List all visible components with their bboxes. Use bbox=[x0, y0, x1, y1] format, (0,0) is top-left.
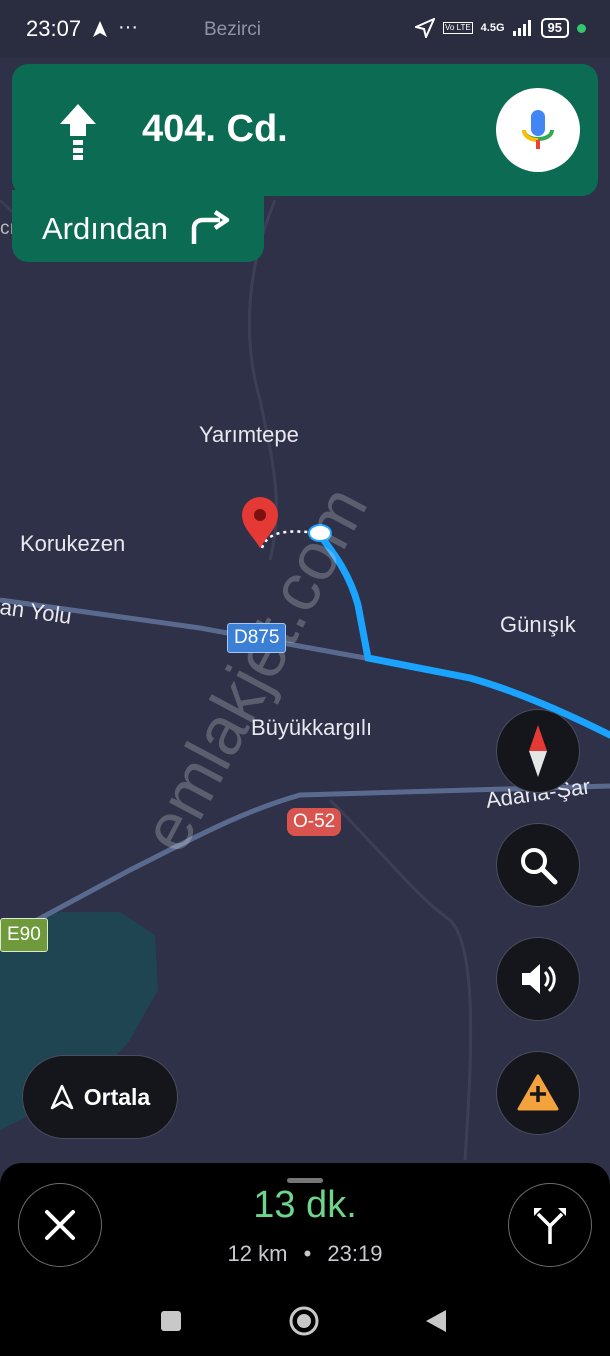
trip-distance: 12 km bbox=[227, 1241, 288, 1266]
battery-level: 95 bbox=[540, 18, 569, 38]
straight-arrow-icon bbox=[60, 104, 96, 160]
status-time: 23:07 bbox=[26, 16, 82, 41]
road-shield-e90: E90 bbox=[0, 918, 48, 952]
recents-icon[interactable] bbox=[160, 1310, 182, 1332]
terrain-line bbox=[328, 798, 473, 1161]
system-navigation-bar bbox=[0, 1295, 610, 1345]
next-maneuver-label: Ardından bbox=[42, 211, 168, 246]
navigation-arrow-icon bbox=[93, 21, 107, 37]
navigation-arrow-icon bbox=[50, 1084, 73, 1110]
recenter-label: Ortala bbox=[83, 1083, 151, 1110]
road-shield-d875: D875 bbox=[227, 623, 287, 653]
back-icon[interactable] bbox=[424, 1308, 448, 1334]
alternate-routes-button[interactable] bbox=[508, 1183, 592, 1267]
status-carrier: Bezirci bbox=[204, 19, 262, 40]
road-shield-o52: O-52 bbox=[287, 808, 342, 836]
home-icon[interactable] bbox=[288, 1305, 320, 1337]
separator: • bbox=[303, 1241, 312, 1266]
privacy-dot-icon bbox=[577, 23, 586, 33]
volume-icon bbox=[522, 964, 556, 994]
sound-button[interactable] bbox=[496, 937, 580, 1021]
more-dots-icon: ··· bbox=[118, 16, 138, 38]
compass-icon bbox=[529, 725, 547, 777]
report-incident-button[interactable] bbox=[496, 1051, 580, 1135]
turn-right-icon bbox=[191, 210, 230, 244]
recenter-button[interactable]: Ortala bbox=[22, 1055, 178, 1139]
location-icon bbox=[415, 18, 436, 38]
signal-icon bbox=[512, 20, 531, 36]
sheet-drag-handle[interactable] bbox=[287, 1178, 323, 1183]
network-type: 4.5G bbox=[480, 22, 505, 34]
place-label: Korukezen bbox=[20, 531, 126, 556]
route-fork-icon bbox=[534, 1208, 566, 1244]
arrival-time: 23:19 bbox=[327, 1241, 383, 1266]
volte-badge: Vo LTE bbox=[443, 22, 473, 34]
street-name: 404. Cd. bbox=[142, 108, 288, 150]
status-right-icons: Vo LTE 4.5G 95 bbox=[415, 18, 586, 38]
mic-icon bbox=[522, 110, 554, 149]
search-button[interactable] bbox=[496, 823, 580, 907]
search-icon bbox=[521, 848, 558, 885]
add-report-icon bbox=[517, 1074, 559, 1111]
place-label: Yarımtepe bbox=[199, 422, 299, 447]
place-label: Günışık bbox=[500, 612, 576, 637]
compass-button[interactable] bbox=[496, 709, 580, 793]
voice-search-button[interactable] bbox=[496, 88, 580, 172]
place-label: Büyükkargılı bbox=[251, 715, 373, 740]
